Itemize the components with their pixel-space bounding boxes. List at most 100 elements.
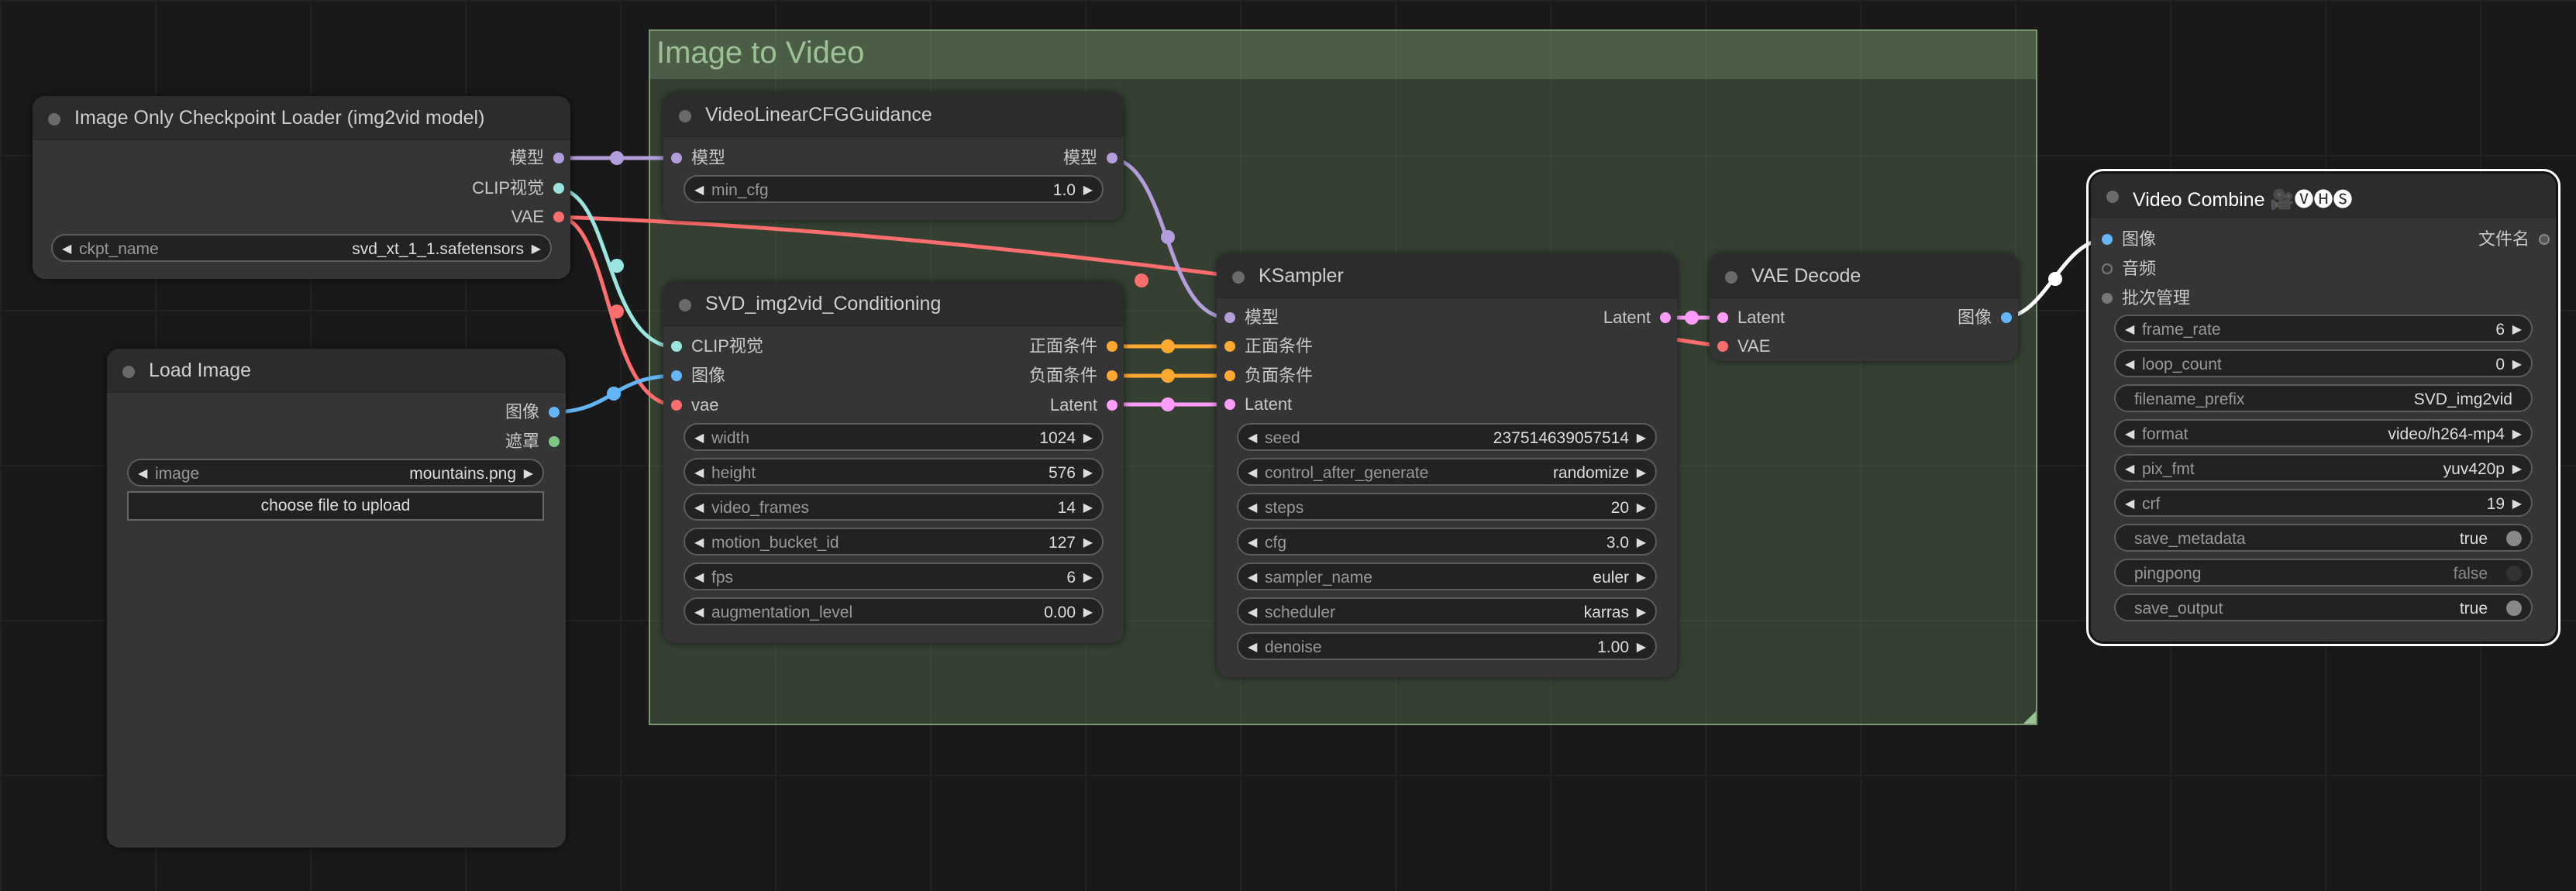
output-positive[interactable]: 正面条件 — [1029, 336, 1118, 356]
increment-arrow-icon[interactable]: ▶ — [2512, 356, 2522, 372]
increment-arrow-icon[interactable]: ▶ — [1083, 569, 1093, 585]
collapse-dot[interactable] — [679, 110, 691, 122]
output-image[interactable]: 图像 — [1958, 308, 2012, 328]
decrement-arrow-icon[interactable]: ◀ — [1248, 535, 1257, 550]
output-mask[interactable]: 遮罩 — [505, 432, 560, 452]
slot-dot[interactable] — [1107, 370, 1118, 381]
toggle-on-icon[interactable] — [2506, 531, 2522, 546]
output-negative[interactable]: 负面条件 — [1029, 366, 1118, 386]
node-header[interactable]: KSampler — [1217, 254, 1677, 298]
slot-dot[interactable] — [2539, 234, 2550, 245]
widget-scheduler[interactable]: ◀ scheduler karras ▶ — [1237, 597, 1657, 625]
output-image[interactable]: 图像 — [505, 402, 560, 422]
widget-pix-fmt[interactable]: ◀ pix_fmt yuv420p ▶ — [2114, 454, 2533, 482]
widget-steps[interactable]: ◀ steps 20 ▶ — [1237, 493, 1657, 521]
increment-arrow-icon[interactable]: ▶ — [1637, 604, 1646, 620]
input-latent[interactable]: Latent — [1717, 308, 1785, 328]
decrement-arrow-icon[interactable]: ◀ — [1248, 639, 1257, 655]
widget-ckpt-name[interactable]: ◀ ckpt_name svd_xt_1_1.safetensors ▶ — [51, 234, 552, 262]
input-clip-vision[interactable]: CLIP视觉 — [671, 336, 763, 356]
slot-dot[interactable] — [553, 183, 564, 194]
widget-min-cfg[interactable]: ◀ min_cfg 1.0 ▶ — [684, 175, 1104, 203]
decrement-arrow-icon[interactable]: ◀ — [694, 500, 704, 515]
node-video-combine[interactable]: Video Combine 🎥🅥🅗🅢 图像 音频 批次管理 文件名 ◀ fram… — [2086, 169, 2561, 646]
slot-dot[interactable] — [1107, 153, 1118, 163]
input-batch-manager[interactable]: 批次管理 — [2102, 288, 2190, 308]
collapse-dot[interactable] — [1232, 271, 1245, 284]
widget-save-output[interactable]: save_output true — [2114, 593, 2533, 621]
increment-arrow-icon[interactable]: ▶ — [1637, 639, 1646, 655]
output-clip-vision[interactable]: CLIP视觉 — [472, 178, 564, 198]
input-model[interactable]: 模型 — [671, 148, 725, 168]
slot-dot[interactable] — [671, 153, 682, 163]
increment-arrow-icon[interactable]: ▶ — [1083, 500, 1093, 515]
decrement-arrow-icon[interactable]: ◀ — [694, 430, 704, 446]
input-negative[interactable]: 负面条件 — [1224, 366, 1313, 386]
slot-dot[interactable] — [2001, 312, 2012, 323]
increment-arrow-icon[interactable]: ▶ — [1637, 430, 1646, 446]
collapse-dot[interactable] — [679, 299, 691, 311]
node-header[interactable]: Video Combine 🎥🅥🅗🅢 — [2091, 174, 2556, 218]
widget-seed[interactable]: ◀ seed 237514639057514 ▶ — [1237, 423, 1657, 451]
decrement-arrow-icon[interactable]: ◀ — [1248, 604, 1257, 620]
increment-arrow-icon[interactable]: ▶ — [532, 241, 541, 256]
node-ksampler[interactable]: KSampler 模型 正面条件 负面条件 Latent Latent ◀ se… — [1217, 254, 1677, 677]
widget-sampler-name[interactable]: ◀ sampler_name euler ▶ — [1237, 562, 1657, 590]
slot-dot[interactable] — [2102, 293, 2113, 304]
node-cfg-guidance[interactable]: VideoLinearCFGGuidance 模型 模型 ◀ min_cfg 1… — [663, 93, 1124, 220]
slot-dot[interactable] — [1660, 312, 1671, 323]
input-vae[interactable]: vae — [671, 395, 718, 415]
increment-arrow-icon[interactable]: ▶ — [1637, 535, 1646, 550]
increment-arrow-icon[interactable]: ▶ — [1637, 569, 1646, 585]
widget-width[interactable]: ◀ width 1024 ▶ — [684, 423, 1104, 451]
slot-dot[interactable] — [2102, 234, 2113, 245]
decrement-arrow-icon[interactable]: ◀ — [2125, 322, 2134, 337]
decrement-arrow-icon[interactable]: ◀ — [1248, 465, 1257, 480]
collapse-dot[interactable] — [48, 113, 60, 126]
decrement-arrow-icon[interactable]: ◀ — [1248, 430, 1257, 446]
increment-arrow-icon[interactable]: ▶ — [1083, 604, 1093, 620]
widget-filename-prefix[interactable]: filename_prefix SVD_img2vid — [2114, 384, 2533, 412]
widget-augmentation-level[interactable]: ◀ augmentation_level 0.00 ▶ — [684, 597, 1104, 625]
widget-save-metadata[interactable]: save_metadata true — [2114, 524, 2533, 552]
node-checkpoint-loader[interactable]: Image Only Checkpoint Loader (img2vid mo… — [33, 96, 570, 279]
node-header[interactable]: Load Image — [107, 349, 566, 393]
increment-arrow-icon[interactable]: ▶ — [2512, 322, 2522, 337]
collapse-dot[interactable] — [2106, 191, 2119, 203]
slot-dot[interactable] — [1107, 341, 1118, 352]
widget-pingpong[interactable]: pingpong false — [2114, 559, 2533, 587]
increment-arrow-icon[interactable]: ▶ — [524, 466, 533, 481]
node-load-image[interactable]: Load Image 图像 遮罩 ◀ image mountains.png ▶… — [107, 349, 566, 848]
output-filenames[interactable]: 文件名 — [2478, 229, 2550, 249]
output-latent[interactable]: Latent — [1603, 308, 1671, 328]
decrement-arrow-icon[interactable]: ◀ — [694, 569, 704, 585]
widget-loop-count[interactable]: ◀ loop_count 0 ▶ — [2114, 349, 2533, 377]
slot-dot[interactable] — [1224, 341, 1235, 352]
increment-arrow-icon[interactable]: ▶ — [1083, 182, 1093, 198]
slot-dot[interactable] — [671, 370, 682, 381]
widget-control-after-generate[interactable]: ◀ control_after_generate randomize ▶ — [1237, 458, 1657, 486]
input-vae[interactable]: VAE — [1717, 336, 1770, 356]
widget-fps[interactable]: ◀ fps 6 ▶ — [684, 562, 1104, 590]
widget-denoise[interactable]: ◀ denoise 1.00 ▶ — [1237, 632, 1657, 660]
increment-arrow-icon[interactable]: ▶ — [2512, 461, 2522, 476]
decrement-arrow-icon[interactable]: ◀ — [2125, 356, 2134, 372]
decrement-arrow-icon[interactable]: ◀ — [694, 535, 704, 550]
slot-dot[interactable] — [553, 153, 564, 163]
decrement-arrow-icon[interactable]: ◀ — [694, 182, 704, 198]
widget-video-frames[interactable]: ◀ video_frames 14 ▶ — [684, 493, 1104, 521]
output-latent[interactable]: Latent — [1050, 395, 1118, 415]
widget-cfg[interactable]: ◀ cfg 3.0 ▶ — [1237, 528, 1657, 556]
slot-dot[interactable] — [671, 341, 682, 352]
widget-image[interactable]: ◀ image mountains.png ▶ — [127, 459, 544, 487]
input-audio[interactable]: 音频 — [2102, 259, 2156, 279]
node-vae-decode[interactable]: VAE Decode Latent VAE 图像 — [1710, 254, 2018, 361]
decrement-arrow-icon[interactable]: ◀ — [1248, 569, 1257, 585]
node-header[interactable]: SVD_img2vid_Conditioning — [663, 282, 1124, 326]
toggle-off-icon[interactable] — [2506, 566, 2522, 581]
decrement-arrow-icon[interactable]: ◀ — [694, 465, 704, 480]
widget-crf[interactable]: ◀ crf 19 ▶ — [2114, 489, 2533, 517]
decrement-arrow-icon[interactable]: ◀ — [62, 241, 71, 256]
increment-arrow-icon[interactable]: ▶ — [1083, 535, 1093, 550]
slot-dot[interactable] — [1717, 312, 1728, 323]
